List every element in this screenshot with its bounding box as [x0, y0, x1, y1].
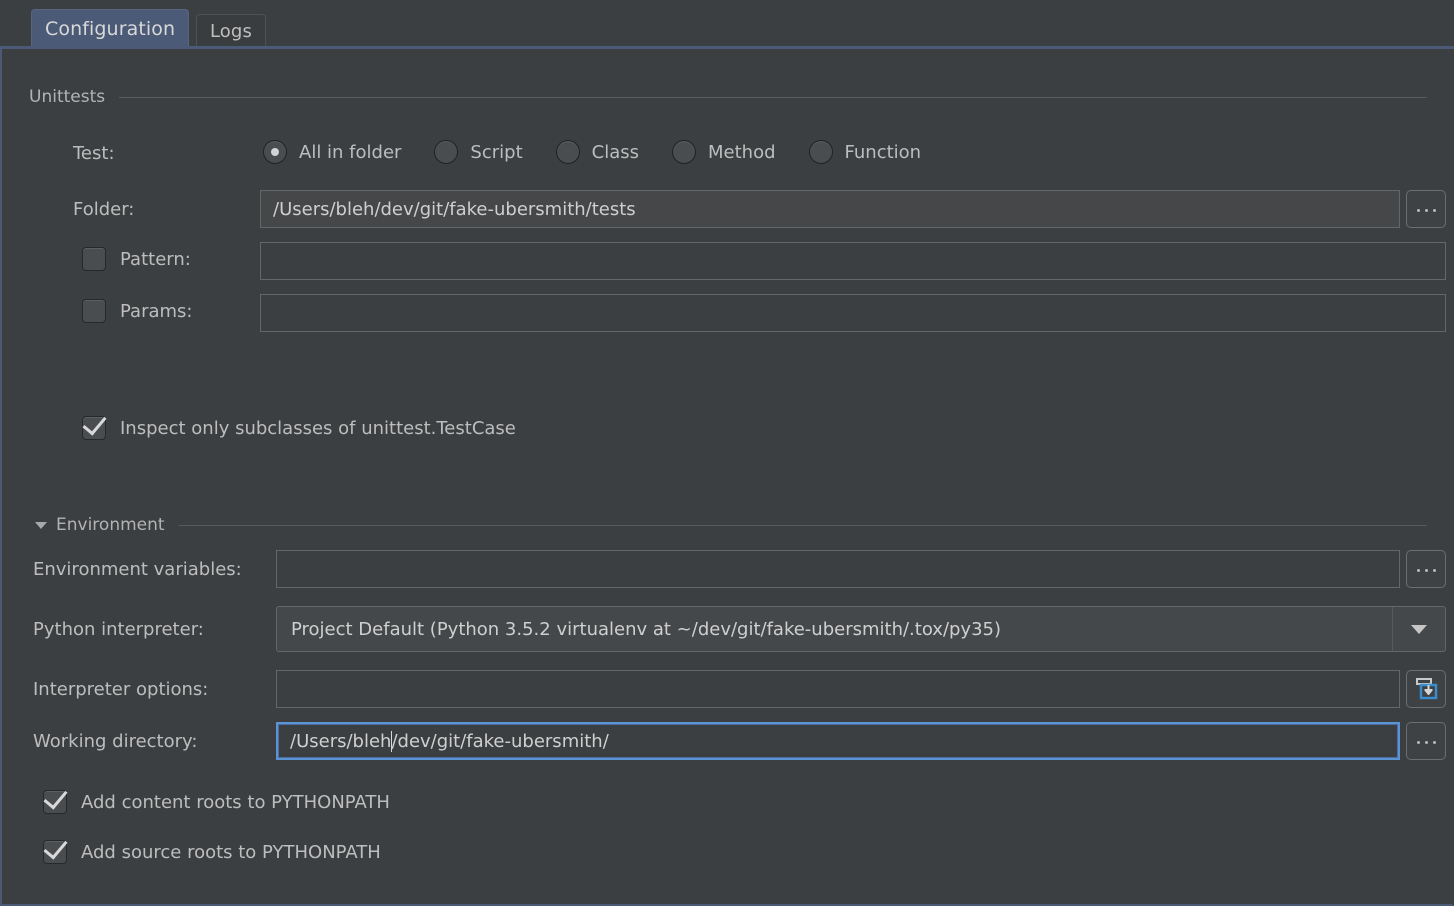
radio-class[interactable]: Class	[555, 140, 639, 164]
tab-bar: Configuration Logs	[0, 0, 1454, 49]
add-content-roots-checkbox[interactable]	[43, 790, 67, 814]
add-content-roots-row[interactable]: Add content roots to PYTHONPATH	[43, 790, 390, 814]
pattern-label: Pattern:	[120, 248, 191, 270]
folder-input[interactable]: /Users/bleh/dev/git/fake-ubersmith/tests	[260, 190, 1400, 228]
params-input[interactable]	[260, 294, 1446, 332]
ellipsis-icon	[1416, 568, 1436, 572]
radio-all-in-folder-label: All in folder	[299, 141, 402, 163]
environment-group-header[interactable]: Environment	[35, 515, 1427, 535]
environment-variables-label: Environment variables:	[33, 559, 242, 580]
tab-logs-label: Logs	[210, 20, 252, 42]
radio-all-in-folder-indicator	[263, 140, 287, 164]
ellipsis-icon	[1416, 208, 1436, 212]
tab-logs[interactable]: Logs	[196, 14, 266, 47]
environment-group-title: Environment	[56, 515, 165, 535]
environment-variables-browse-button[interactable]	[1406, 550, 1446, 588]
chevron-down-icon[interactable]	[1392, 607, 1445, 651]
inspect-subclasses-label: Inspect only subclasses of unittest.Test…	[120, 417, 516, 439]
ellipsis-icon	[1416, 740, 1436, 744]
working-directory-input[interactable]: /Users/bleh/dev/git/fake-ubersmith/	[276, 722, 1400, 760]
environment-variables-input[interactable]	[276, 550, 1400, 588]
folder-browse-button[interactable]	[1406, 190, 1446, 228]
radio-all-in-folder[interactable]: All in folder	[263, 140, 401, 164]
add-source-roots-checkbox[interactable]	[43, 840, 67, 864]
interpreter-options-macro-button[interactable]	[1406, 670, 1446, 708]
radio-method[interactable]: Method	[672, 140, 776, 164]
radio-method-label: Method	[708, 141, 776, 163]
working-directory-browse-button[interactable]	[1406, 722, 1446, 760]
radio-function-indicator	[808, 140, 833, 164]
python-interpreter-label: Python interpreter:	[33, 619, 204, 640]
insert-macro-icon	[1416, 678, 1438, 700]
test-label: Test:	[73, 143, 115, 164]
unittests-group-header: Unittests	[29, 87, 1427, 107]
radio-class-label: Class	[591, 141, 639, 163]
configuration-panel: Unittests Test: All in folder Script Cla…	[0, 49, 1454, 906]
radio-function-label: Function	[844, 141, 922, 163]
environment-group-rule	[178, 524, 1427, 526]
radio-class-indicator	[555, 140, 580, 164]
working-directory-label: Working directory:	[33, 731, 198, 752]
interpreter-options-label: Interpreter options:	[33, 679, 209, 700]
test-radio-group: All in folder Script Class Method Functi…	[263, 140, 921, 164]
inspect-subclasses-checkbox[interactable]	[82, 416, 106, 440]
add-source-roots-row[interactable]: Add source roots to PYTHONPATH	[43, 840, 381, 864]
params-checkbox-row[interactable]: Params:	[82, 299, 192, 323]
unittests-group-title: Unittests	[29, 87, 106, 107]
pattern-input[interactable]	[260, 242, 1446, 280]
unittests-group-rule	[119, 96, 1427, 98]
params-checkbox[interactable]	[82, 299, 106, 323]
tab-configuration[interactable]: Configuration	[31, 9, 190, 47]
radio-script-indicator	[434, 140, 459, 164]
run-configuration-window: Configuration Logs Unittests Test: All i…	[0, 0, 1454, 906]
radio-script[interactable]: Script	[434, 140, 523, 164]
python-interpreter-value: Project Default (Python 3.5.2 virtualenv…	[291, 618, 1002, 640]
radio-function[interactable]: Function	[808, 140, 922, 164]
params-label: Params:	[120, 300, 193, 322]
python-interpreter-combobox[interactable]: Project Default (Python 3.5.2 virtualenv…	[276, 606, 1446, 652]
add-content-roots-label: Add content roots to PYTHONPATH	[81, 791, 390, 813]
radio-script-label: Script	[470, 141, 523, 163]
folder-label: Folder:	[73, 199, 135, 220]
interpreter-options-input[interactable]	[276, 670, 1400, 708]
add-source-roots-label: Add source roots to PYTHONPATH	[81, 841, 381, 863]
pattern-checkbox[interactable]	[82, 247, 106, 271]
tab-configuration-label: Configuration	[45, 17, 176, 40]
working-directory-value-before-caret: /Users/bleh	[290, 730, 392, 752]
pattern-checkbox-row[interactable]: Pattern:	[82, 247, 191, 271]
chevron-down-icon	[35, 521, 47, 529]
folder-input-value: /Users/bleh/dev/git/fake-ubersmith/tests	[273, 198, 636, 220]
inspect-subclasses-row[interactable]: Inspect only subclasses of unittest.Test…	[82, 416, 516, 440]
radio-method-indicator	[672, 140, 696, 164]
working-directory-value-after-caret: /dev/git/fake-ubersmith/	[391, 730, 609, 752]
